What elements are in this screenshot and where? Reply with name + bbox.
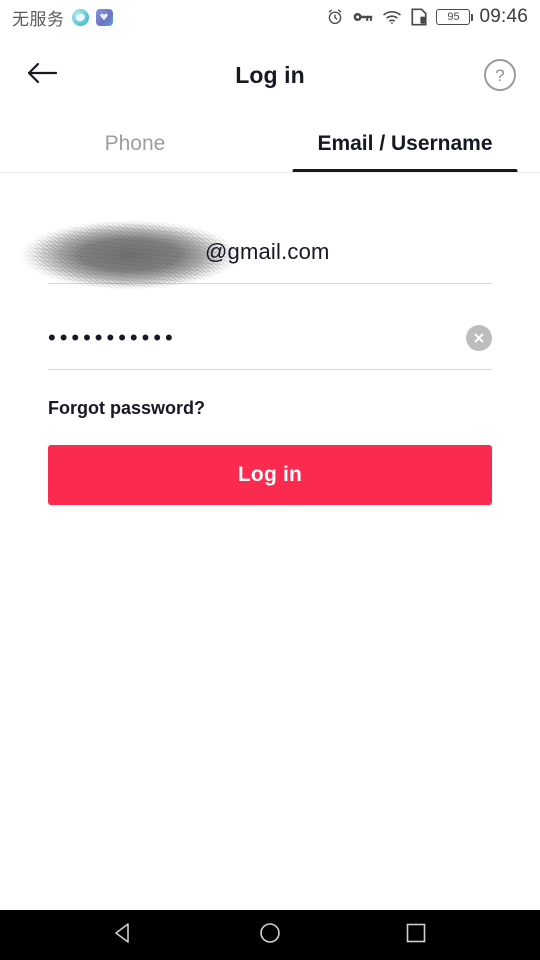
question-mark-icon: ? xyxy=(495,65,505,85)
app-icon xyxy=(95,8,113,26)
back-button[interactable] xyxy=(22,55,62,95)
battery-level-label: 95 xyxy=(447,10,460,23)
wifi-icon xyxy=(382,9,402,25)
login-button[interactable]: Log in xyxy=(48,445,492,505)
login-screen: 无服务 95 09:46 Log in ? Phone Email / User… xyxy=(0,0,540,960)
tabs-divider xyxy=(0,172,540,173)
email-value-label: @gmail.com xyxy=(205,238,330,264)
key-icon xyxy=(353,9,373,25)
nav-back-button[interactable] xyxy=(106,917,142,953)
alarm-clock-icon xyxy=(326,8,344,26)
login-form: @gmail.com ••••••••••• Forgot password? … xyxy=(0,210,540,505)
clock-label: 09:46 xyxy=(479,6,528,27)
square-recents-icon xyxy=(403,920,429,951)
help-button[interactable]: ? xyxy=(484,59,516,91)
email-or-username-input[interactable]: @gmail.com xyxy=(0,212,492,298)
app-header: Log in ? xyxy=(0,44,540,106)
status-bar-right: 95 09:46 xyxy=(326,6,528,28)
password-masked-value: ••••••••••• xyxy=(48,324,177,350)
triangle-back-icon xyxy=(111,920,137,951)
circle-home-icon xyxy=(257,920,283,951)
tab-email-username-label: Email / Username xyxy=(317,132,493,155)
status-bar-left: 无服务 xyxy=(12,5,113,30)
tab-phone-label: Phone xyxy=(104,132,166,155)
auth-method-tabs: Phone Email / Username xyxy=(0,115,540,173)
tab-email-username[interactable]: Email / Username xyxy=(270,115,540,173)
battery-indicator: 95 xyxy=(436,9,474,25)
tab-phone[interactable]: Phone xyxy=(0,115,270,173)
carrier-label: 无服务 xyxy=(12,9,65,30)
arrow-left-icon xyxy=(26,60,58,91)
nav-recents-button[interactable] xyxy=(398,917,434,953)
password-input[interactable]: ••••••••••• xyxy=(48,306,492,370)
login-button-label: Log in xyxy=(237,463,303,486)
status-bar: 无服务 95 09:46 xyxy=(0,0,540,34)
forgot-password-link[interactable]: Forgot password? xyxy=(48,398,205,419)
nav-home-button[interactable] xyxy=(252,917,288,953)
close-circle-icon[interactable] xyxy=(466,324,492,351)
sim-card-icon xyxy=(411,8,428,26)
page-title: Log in xyxy=(235,61,305,88)
android-nav-bar xyxy=(0,910,540,960)
weather-app-icon xyxy=(71,8,89,26)
